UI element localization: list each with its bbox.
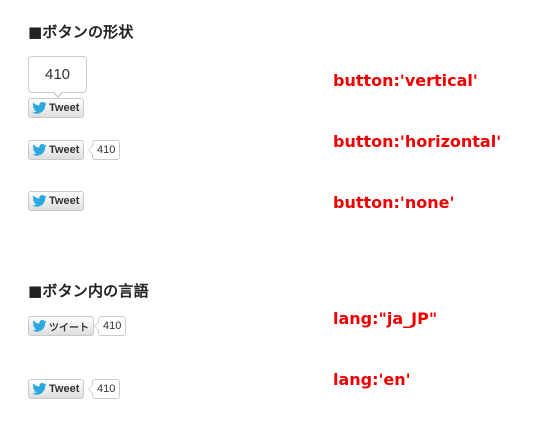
tweet-button-vertical[interactable]: Tweet xyxy=(28,98,85,118)
twitter-bird-icon xyxy=(32,102,47,114)
tweet-count-bubble-horizontal: 410 xyxy=(87,140,121,160)
tweet-button-label: Tweet xyxy=(49,195,80,207)
tweet-count-box-vertical: 410 xyxy=(28,56,87,98)
code-label-lang-ja: lang:"ja_JP" xyxy=(333,309,438,328)
twitter-bird-icon xyxy=(32,383,47,395)
tweet-button-none[interactable]: Tweet xyxy=(28,191,85,211)
code-label-lang-en: lang:'en' xyxy=(333,370,411,389)
twitter-bird-icon xyxy=(32,320,47,332)
twitter-bird-icon xyxy=(32,195,47,207)
tweet-button-label: ツイート xyxy=(49,322,89,334)
section-heading-button-shape: ■ボタンの形状 xyxy=(28,23,134,41)
tweet-button-horizontal[interactable]: Tweet xyxy=(28,140,85,160)
code-label-horizontal: button:'horizontal' xyxy=(333,132,502,151)
tweet-button-label: Tweet xyxy=(49,383,80,395)
tweet-button-ja[interactable]: ツイート xyxy=(28,316,94,336)
tweet-count-bubble-en: 410 xyxy=(87,379,121,399)
section-heading-button-language: ■ボタン内の言語 xyxy=(28,282,149,300)
code-label-none: button:'none' xyxy=(333,193,455,212)
code-label-vertical: button:'vertical' xyxy=(333,71,478,90)
tweet-button-label: Tweet xyxy=(49,144,80,156)
tweet-count-bubble-ja: 410 xyxy=(93,316,127,336)
twitter-bird-icon xyxy=(32,144,47,156)
tweet-button-label: Tweet xyxy=(49,102,80,114)
tweet-button-en[interactable]: Tweet xyxy=(28,379,85,399)
